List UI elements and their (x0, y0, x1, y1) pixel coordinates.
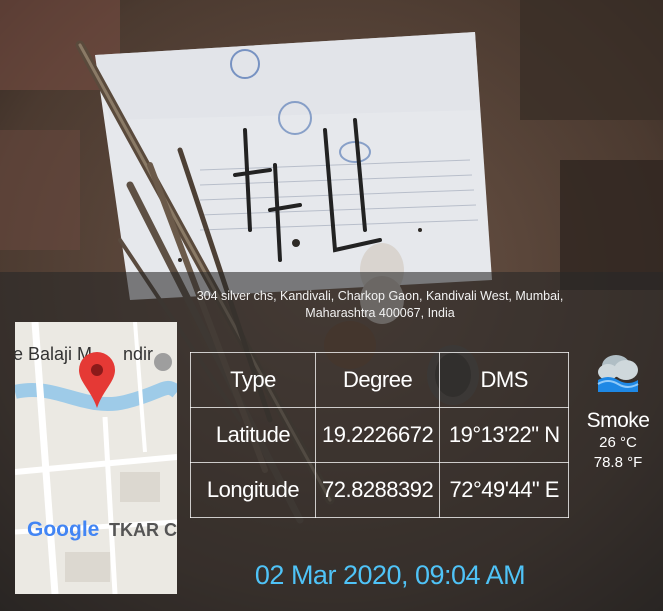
header-type: Type (190, 352, 316, 408)
table-row: Latitude 19.2226672 19°13'22" N (190, 407, 570, 463)
address-text: 304 silver chs, Kandivali, Charkop Gaon,… (170, 288, 590, 322)
weather-condition: Smoke (586, 409, 650, 432)
temperature-fahrenheit: 78.8 °F (593, 454, 643, 471)
timestamp: 02 Mar 2020, 09:04 AM (254, 560, 526, 590)
longitude-label: Longitude (190, 462, 316, 518)
table-row: Longitude 72.8288392 72°49'44" E (190, 462, 570, 518)
header-degree: Degree (314, 352, 441, 408)
map-thumbnail: e Balaji M ndir Google TKAR C (15, 322, 177, 594)
latitude-dms: 19°13'22" N (439, 407, 570, 463)
coordinates-table: Type Degree DMS Latitude 19.2226672 19°1… (190, 352, 570, 518)
longitude-degree: 72.8288392 (314, 462, 441, 518)
weather-panel: Smoke 26 °C 78.8 °F (578, 352, 658, 473)
latitude-degree: 19.2226672 (314, 407, 441, 463)
latitude-label: Latitude (190, 407, 316, 463)
temperature-celsius: 26 °C (599, 434, 637, 451)
map-pin-icon (79, 352, 115, 408)
map-place-label-2: ndir (123, 344, 154, 364)
geotag-photo: 304 silver chs, Kandivali, Charkop Gaon,… (0, 0, 663, 611)
map-place-label-3: TKAR C (109, 520, 177, 540)
google-logo: Google (27, 518, 100, 541)
smoke-cloud-icon (597, 355, 639, 392)
address-line-2: Maharashtra 400067, India (305, 306, 455, 320)
table-header-row: Type Degree DMS (190, 352, 570, 408)
longitude-dms: 72°49'44" E (439, 462, 570, 518)
header-dms: DMS (439, 352, 570, 408)
address-line-1: 304 silver chs, Kandivali, Charkop Gaon,… (196, 289, 564, 303)
